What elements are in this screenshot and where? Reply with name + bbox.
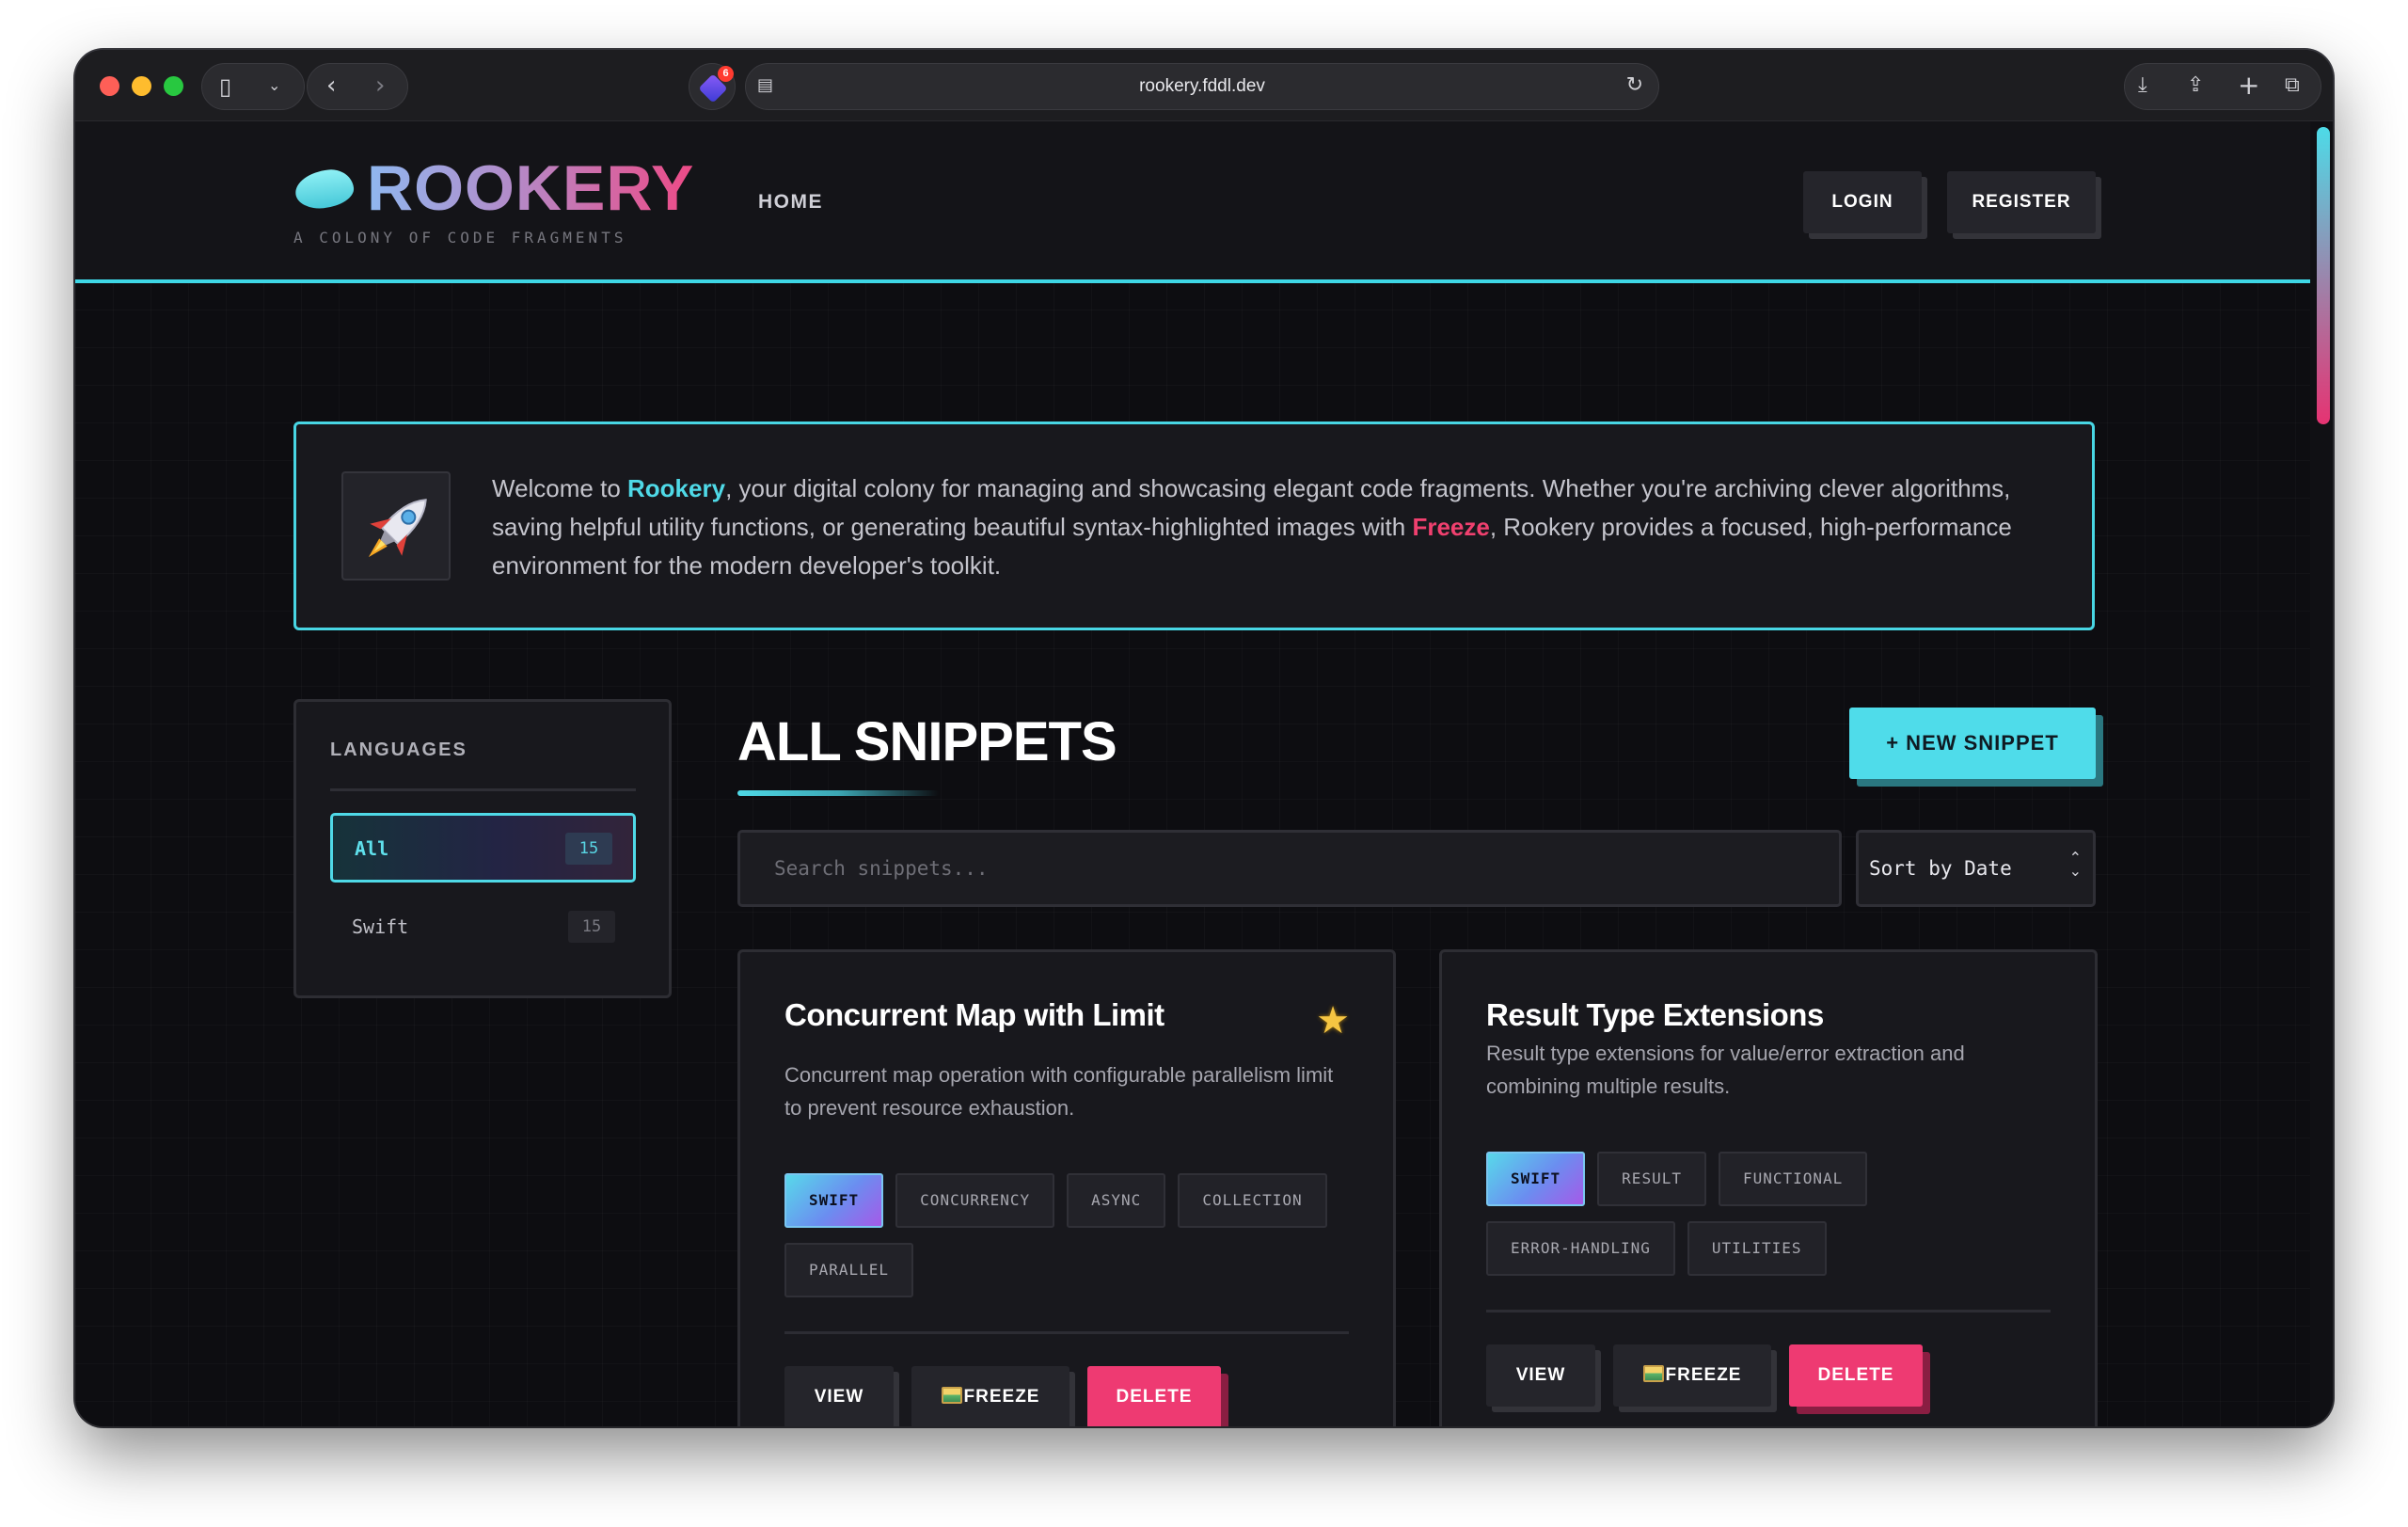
tagline: A COLONY OF CODE FRAGMENTS (293, 229, 627, 247)
banner-icon-frame (341, 471, 451, 581)
sidebar-icon: ▯ (219, 73, 232, 100)
back-button[interactable]: ‹ (326, 72, 336, 100)
snippet-title[interactable]: Result Type Extensions (1486, 997, 1824, 1033)
language-count-badge: 15 (565, 833, 612, 865)
page-content: ROOKERY A COLONY OF CODE FRAGMENTS HOME … (75, 121, 2310, 1426)
rookery-link[interactable]: Rookery (627, 474, 725, 502)
tab-overview-icon[interactable]: ⧉ (2285, 73, 2300, 97)
delete-button[interactable]: DELETE (1087, 1366, 1221, 1426)
sort-select[interactable]: Sort by Date ⌃ ⌄ (1856, 830, 2096, 907)
search-input[interactable] (737, 830, 1842, 907)
tag-language[interactable]: SWIFT (1486, 1152, 1586, 1206)
freeze-button[interactable]: FREEZE (1613, 1344, 1771, 1407)
banner-text: Welcome to Rookery, your digital colony … (492, 474, 2012, 580)
delete-button[interactable]: DELETE (1789, 1344, 1923, 1407)
scrollbar-thumb[interactable] (2317, 127, 2330, 424)
tag[interactable]: ASYNC (1067, 1173, 1166, 1228)
browser-toolbar: ▯ ⌄ ‹ › 6 ▤ rookery.fddl.dev ↻ ⤓ ⇪ + ⧉ (75, 50, 2333, 121)
view-button[interactable]: VIEW (1486, 1344, 1595, 1407)
language-label: Swift (352, 915, 409, 938)
sidebar-title: LANGUAGES (330, 740, 467, 760)
tag[interactable]: ERROR-HANDLING (1486, 1221, 1675, 1276)
tag[interactable]: RESULT (1597, 1152, 1706, 1206)
snippet-description: Concurrent map operation with configurab… (784, 1063, 1334, 1120)
title-underline (737, 790, 939, 796)
star-icon[interactable]: ★ (1316, 999, 1350, 1042)
reload-icon[interactable]: ↻ (1626, 73, 1643, 97)
browser-window: ▯ ⌄ ‹ › 6 ▤ rookery.fddl.dev ↻ ⤓ ⇪ + ⧉ R… (75, 50, 2333, 1426)
snippet-description: Result type extensions for value/error e… (1486, 1042, 1965, 1098)
tag[interactable]: COLLECTION (1178, 1173, 1327, 1228)
minimize-window-button[interactable] (132, 76, 151, 96)
tag-language[interactable]: SWIFT (784, 1173, 884, 1228)
tag[interactable]: FUNCTIONAL (1718, 1152, 1868, 1206)
address-bar[interactable]: ▤ rookery.fddl.dev ↻ (745, 63, 1659, 110)
languages-sidebar: LANGUAGES All 15 Swift 15 (293, 699, 672, 998)
rocket-icon (368, 499, 427, 558)
tag[interactable]: CONCURRENCY (895, 1173, 1055, 1228)
new-tab-icon[interactable]: + (2238, 70, 2259, 101)
extension-badge-count: 6 (718, 66, 734, 82)
card-divider (784, 1331, 1349, 1334)
tag[interactable]: PARALLEL (784, 1243, 914, 1297)
snippet-title[interactable]: Concurrent Map with Limit (784, 997, 1164, 1033)
close-window-button[interactable] (100, 76, 119, 96)
zoom-window-button[interactable] (164, 76, 183, 96)
new-snippet-button[interactable]: + NEW SNIPPET (1849, 708, 2096, 779)
url-text: rookery.fddl.dev (1139, 76, 1265, 96)
snippet-tags: SWIFT CONCURRENCY ASYNC COLLECTION PARALLEL (784, 1173, 1368, 1312)
extension-button[interactable]: 6 (689, 63, 736, 110)
login-button[interactable]: LOGIN (1803, 171, 1922, 233)
language-filter-swift[interactable]: Swift 15 (330, 894, 636, 963)
freeze-label: FREEZE (963, 1387, 1040, 1407)
history-nav: ‹ › (307, 63, 408, 110)
freeze-button[interactable]: FREEZE (911, 1366, 1069, 1426)
picture-icon (1642, 1365, 1664, 1382)
language-filter-all[interactable]: All 15 (330, 813, 636, 883)
sidebar-toggle-button[interactable]: ▯ ⌄ (201, 63, 305, 110)
snippet-tags: SWIFT RESULT FUNCTIONAL ERROR-HANDLING UTILI… (1486, 1152, 2069, 1291)
share-icon[interactable]: ⇪ (2187, 73, 2204, 97)
nav-home-link[interactable]: HOME (758, 191, 823, 214)
download-icon[interactable]: ⤓ (2138, 73, 2147, 97)
view-button[interactable]: VIEW (784, 1366, 894, 1426)
sort-chevron-icon: ⌃ ⌄ (2068, 849, 2082, 880)
register-button[interactable]: REGISTER (1947, 171, 2096, 233)
freeze-label: FREEZE (1665, 1365, 1742, 1385)
snippet-card: Result Type Extensions Result type exten… (1439, 949, 2098, 1426)
picture-icon (941, 1387, 962, 1404)
page-title: ALL SNIPPETS (737, 711, 1117, 772)
forward-button[interactable]: › (375, 72, 385, 100)
language-count-badge: 15 (568, 911, 615, 943)
welcome-banner: Welcome to Rookery, your digital colony … (293, 422, 2095, 630)
logo-icon[interactable] (293, 167, 356, 212)
site-header: ROOKERY A COLONY OF CODE FRAGMENTS HOME … (75, 121, 2310, 283)
freeze-link[interactable]: Freeze (1412, 513, 1489, 541)
snippet-card: Concurrent Map with Limit ★ Concurrent m… (737, 949, 1396, 1426)
sort-selected-value: Sort by Date (1869, 857, 2012, 880)
sidebar-divider (330, 788, 636, 791)
logo-text[interactable]: ROOKERY (367, 151, 694, 225)
toolbar-actions: ⤓ ⇪ + ⧉ (2124, 63, 2321, 110)
chevron-down-icon: ⌄ (268, 76, 281, 94)
tag[interactable]: UTILITIES (1687, 1221, 1827, 1276)
card-divider (1486, 1310, 2051, 1312)
language-label: All (355, 837, 389, 860)
